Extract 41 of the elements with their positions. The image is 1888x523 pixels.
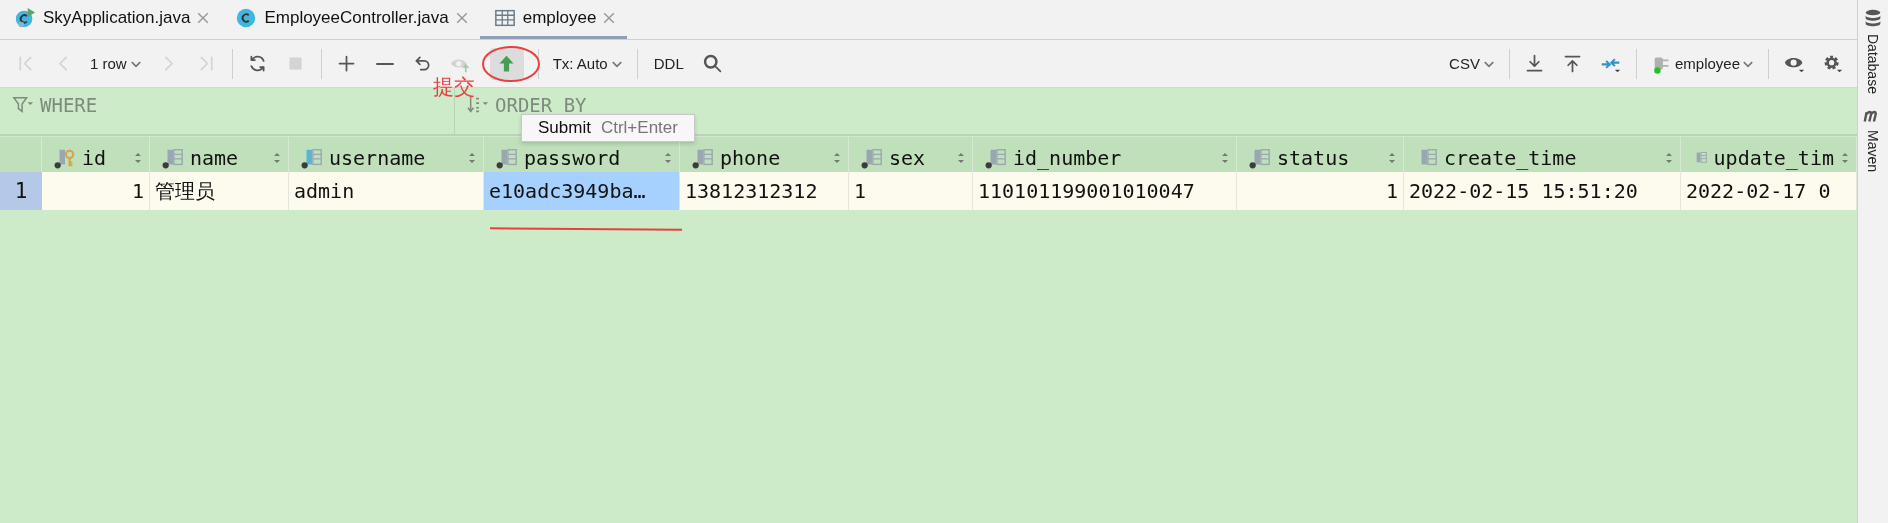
close-icon[interactable] bbox=[603, 12, 616, 24]
shortcut-text: Ctrl+Enter bbox=[600, 118, 678, 138]
editor-tab[interactable]: EmployeeController.java bbox=[221, 0, 480, 39]
close-icon[interactable] bbox=[455, 12, 468, 24]
delete-row-icon bbox=[375, 61, 394, 66]
editor-tab[interactable]: SkyApplication.java bbox=[0, 0, 222, 39]
table-cell[interactable]: 1 bbox=[849, 172, 973, 210]
table-cell[interactable]: 1 bbox=[42, 172, 150, 210]
table-cell[interactable]: 1 bbox=[1237, 172, 1404, 210]
column-header[interactable]: phone bbox=[680, 137, 849, 172]
column-header[interactable]: status bbox=[1237, 137, 1404, 172]
table-cell[interactable]: 2022-02-15 15:51:20 bbox=[1404, 172, 1681, 210]
row-number[interactable]: 1 bbox=[0, 172, 42, 210]
search-icon bbox=[702, 53, 724, 74]
table-cell[interactable]: 13812312312 bbox=[680, 172, 849, 210]
table-cell[interactable]: admin bbox=[289, 172, 484, 210]
ddl-button[interactable]: DDL bbox=[643, 47, 694, 80]
filter-icon bbox=[12, 94, 34, 116]
up-arrow-button[interactable] bbox=[489, 47, 524, 80]
table-cell[interactable]: 管理员 bbox=[150, 172, 289, 210]
tool-window-button[interactable]: Database bbox=[1862, 8, 1884, 94]
column-header[interactable]: id bbox=[42, 137, 150, 172]
dropdown[interactable]: Tx: Auto bbox=[544, 47, 631, 80]
table-icon bbox=[493, 7, 516, 29]
table-cell[interactable]: 110101199001010047 bbox=[973, 172, 1237, 210]
dropdown[interactable]: 1 row bbox=[82, 47, 150, 80]
dropdown[interactable]: CSV bbox=[1441, 47, 1503, 80]
column-header[interactable]: update_tim bbox=[1681, 137, 1857, 172]
column-header[interactable]: username bbox=[289, 137, 484, 172]
column-header[interactable]: id_number bbox=[973, 137, 1237, 172]
class-icon bbox=[14, 7, 36, 29]
column-header[interactable]: create_time bbox=[1404, 137, 1681, 172]
column-header[interactable]: sex bbox=[849, 137, 973, 172]
session-dropdown[interactable]: employee bbox=[1642, 47, 1762, 80]
column-header[interactable]: name bbox=[150, 137, 289, 172]
close-icon[interactable] bbox=[197, 12, 210, 24]
tool-window-button[interactable]: Maven bbox=[1862, 103, 1884, 172]
class-icon bbox=[235, 7, 258, 29]
tooltip-label: Submit bbox=[538, 118, 591, 138]
table-cell[interactable]: 2022-02-17 0 bbox=[1681, 172, 1857, 210]
annotation-circle bbox=[481, 44, 541, 84]
